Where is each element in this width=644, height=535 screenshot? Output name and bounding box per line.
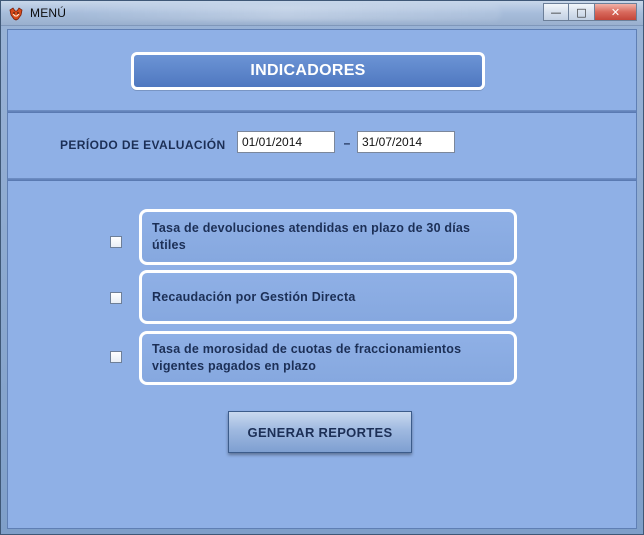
window-title: MENÚ — [30, 6, 67, 20]
indicator-label: Tasa de devoluciones atendidas en plazo … — [152, 221, 471, 252]
minimize-icon: — — [550, 5, 562, 19]
close-button[interactable]: ✕ — [595, 3, 637, 21]
close-icon: ✕ — [610, 5, 621, 19]
indicator-label: Tasa de morosidad de cuotas de fracciona… — [152, 342, 462, 373]
page-title-box: INDICADORES — [131, 52, 485, 90]
indicator-checkbox-devoluciones[interactable] — [110, 236, 122, 248]
minimize-button[interactable]: — — [543, 3, 569, 21]
indicator-label: Recaudación por Gestión Directa — [152, 289, 356, 304]
maximize-button[interactable]: □ — [569, 3, 595, 21]
window-controls: — □ ✕ — [543, 3, 637, 21]
indicator-checkbox-recaudacion[interactable] — [110, 292, 122, 304]
title-blur — [71, 5, 501, 21]
main-panel: INDICADORES PERÍODO DE EVALUACIÓN – Tasa… — [7, 29, 637, 529]
generate-reports-label: GENERAR REPORTES — [247, 424, 393, 440]
date-separator: – — [343, 136, 351, 150]
indicator-recaudacion[interactable]: Recaudación por Gestión Directa — [139, 270, 517, 324]
end-date-input[interactable] — [357, 131, 455, 153]
separator-band-bottom — [8, 178, 636, 181]
page-title: INDICADORES — [250, 62, 366, 79]
indicator-checkbox-morosidad[interactable] — [110, 351, 122, 363]
start-date-input[interactable] — [237, 131, 335, 153]
window-titlebar[interactable]: MENÚ — □ ✕ — [1, 1, 643, 26]
indicator-morosidad[interactable]: Tasa de morosidad de cuotas de fracciona… — [139, 331, 517, 385]
indicator-devoluciones[interactable]: Tasa de devoluciones atendidas en plazo … — [139, 209, 517, 265]
separator-band-top — [8, 110, 636, 113]
period-label: PERÍODO DE EVALUACIÓN — [60, 138, 226, 152]
maximize-icon: □ — [576, 5, 587, 19]
fox-icon — [9, 7, 23, 21]
generate-reports-button[interactable]: GENERAR REPORTES — [228, 411, 412, 453]
app-window: MENÚ — □ ✕ INDICADORES PERÍODO DE EVALUA… — [0, 0, 644, 535]
